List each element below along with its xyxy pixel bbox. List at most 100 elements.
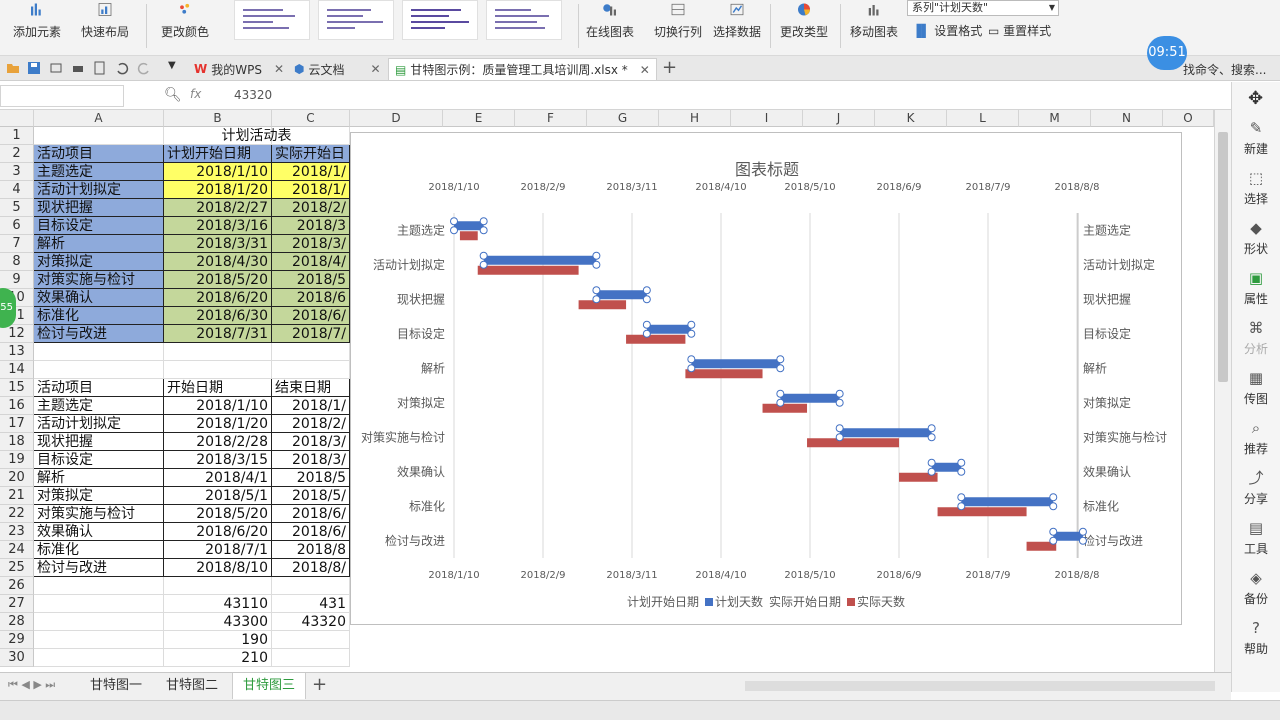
row-header[interactable]: 27 — [0, 595, 34, 613]
vertical-scroll-thumb[interactable] — [1218, 132, 1228, 382]
row-header[interactable]: 16 — [0, 397, 34, 415]
table-cell[interactable] — [164, 577, 272, 595]
table-cell[interactable] — [34, 343, 164, 361]
table-cell[interactable]: 2018/2/ — [272, 415, 350, 433]
change-type-button[interactable]: 更改类型 — [776, 2, 832, 52]
table-cell[interactable]: 2018/1/ — [272, 181, 350, 199]
row-header[interactable]: 20 — [0, 469, 34, 487]
close-icon[interactable]: ✕ — [274, 62, 284, 76]
chart-style-2[interactable] — [318, 0, 394, 40]
sheet-nav-icon[interactable]: ⏮ ◀ ▶ ⏭ — [8, 678, 55, 692]
table-cell[interactable]: 2018/7/1 — [164, 541, 272, 559]
online-chart-button[interactable]: 在线图表 — [582, 2, 638, 52]
table-cell[interactable]: 2018/8/ — [272, 559, 350, 577]
table-cell[interactable]: 2018/2/27 — [164, 199, 272, 217]
chart-style-1[interactable] — [234, 0, 310, 40]
table-cell[interactable]: 2018/1/10 — [164, 397, 272, 415]
table-cell[interactable]: 标准化 — [34, 307, 164, 325]
table-cell[interactable]: 2018/6/20 — [164, 523, 272, 541]
panel-item-6[interactable]: ⌕ 推荐 — [1232, 420, 1280, 457]
table-cell[interactable]: 计划开始日期 — [164, 145, 272, 163]
column-header[interactable]: I — [731, 110, 803, 127]
vertical-scrollbar[interactable] — [1214, 110, 1231, 672]
table-cell[interactable]: 2018/1/10 — [164, 163, 272, 181]
row-header[interactable]: 6 — [0, 217, 34, 235]
column-header[interactable]: C — [272, 110, 350, 127]
table-cell[interactable]: 目标设定 — [34, 217, 164, 235]
command-search[interactable]: 找命令、搜索... — [1183, 61, 1266, 78]
table-cell[interactable]: 2018/5 — [272, 271, 350, 289]
chart-style-3[interactable] — [402, 0, 478, 40]
panel-item-9[interactable]: ◈ 备份 — [1232, 570, 1280, 607]
close-icon[interactable]: ✕ — [371, 62, 381, 76]
table-cell[interactable]: 活动项目 — [34, 145, 164, 163]
folder-icon[interactable] — [6, 61, 20, 75]
table-cell[interactable]: 2018/8/10 — [164, 559, 272, 577]
panel-item-0[interactable]: ✎ 新建 — [1232, 120, 1280, 157]
table-cell[interactable]: 2018/3 — [272, 217, 350, 235]
table-cell[interactable]: 标准化 — [34, 541, 164, 559]
row-header[interactable]: 2 — [0, 145, 34, 163]
table-cell[interactable] — [34, 649, 164, 667]
row-header[interactable]: 29 — [0, 631, 34, 649]
table-cell[interactable]: 431 — [272, 595, 350, 613]
table-cell[interactable]: 2018/4/ — [272, 253, 350, 271]
row-header[interactable]: 23 — [0, 523, 34, 541]
row-header[interactable]: 15 — [0, 379, 34, 397]
column-header[interactable]: B — [164, 110, 272, 127]
table-cell[interactable]: 2018/3/ — [272, 235, 350, 253]
print-preview-icon[interactable] — [49, 61, 63, 75]
table-cell[interactable] — [164, 343, 272, 361]
fx-icon[interactable]: fx — [190, 87, 201, 101]
table-cell[interactable]: 2018/6 — [272, 289, 350, 307]
table-cell[interactable]: 2018/5 — [272, 469, 350, 487]
table-cell[interactable]: 2018/5/20 — [164, 505, 272, 523]
table-cell[interactable]: 2018/6/ — [272, 505, 350, 523]
tab-cloud-docs[interactable]: ⬢ 云文档 ✕ — [288, 58, 387, 80]
panel-item-1[interactable]: ⬚ 选择 — [1232, 170, 1280, 207]
sheet-tab-gantt-3[interactable]: 甘特图三 — [232, 673, 307, 699]
table-cell[interactable] — [34, 595, 164, 613]
table-cell[interactable]: 效果确认 — [34, 523, 164, 541]
row-header[interactable]: 7 — [0, 235, 34, 253]
move-cross-icon[interactable]: ✥ — [1248, 88, 1263, 109]
table-cell[interactable]: 2018/6/ — [272, 307, 350, 325]
quick-access-dropdown-icon[interactable]: ▼ — [168, 60, 176, 71]
change-color-button[interactable]: 更改颜色 — [152, 2, 218, 52]
table-cell[interactable]: 43320 — [272, 613, 350, 631]
table-cell[interactable]: 2018/8 — [272, 541, 350, 559]
series-select[interactable]: 系列"计划天数" ▼ — [907, 0, 1059, 16]
column-header[interactable]: E — [443, 110, 515, 127]
table-cell[interactable]: 对策实施与检讨 — [34, 505, 164, 523]
table-cell[interactable]: 2018/2/28 — [164, 433, 272, 451]
chart-style-4[interactable] — [486, 0, 562, 40]
table-cell[interactable]: 43110 — [164, 595, 272, 613]
row-header[interactable]: 14 — [0, 361, 34, 379]
table-cell[interactable]: 活动计划拟定 — [34, 181, 164, 199]
add-element-button[interactable]: 添加元素 — [6, 2, 68, 52]
table-cell[interactable]: 对策拟定 — [34, 487, 164, 505]
column-header[interactable]: F — [515, 110, 587, 127]
close-icon[interactable]: ✕ — [640, 63, 650, 77]
row-header[interactable]: 26 — [0, 577, 34, 595]
spreadsheet-grid[interactable]: A B C D E F G H I J K L M N O 1 2 3 4 5 6 7 8 9 10 11 12 13 14 15 16 17… — [0, 110, 1214, 672]
row-header[interactable]: 18 — [0, 433, 34, 451]
table-cell[interactable]: 2018/3/15 — [164, 451, 272, 469]
panel-item-10[interactable]: ? 帮助 — [1232, 620, 1280, 657]
table-cell[interactable]: 2018/1/20 — [164, 415, 272, 433]
row-header[interactable]: 28 — [0, 613, 34, 631]
switch-rowcol-button[interactable]: 切换行列 — [650, 2, 706, 52]
preview-icon[interactable] — [93, 61, 107, 75]
table-cell[interactable]: 2018/5/ — [272, 487, 350, 505]
move-chart-button[interactable]: 移动图表 — [846, 2, 902, 52]
set-format-button[interactable]: ▐▌ 设置格式 — [912, 22, 982, 39]
row-header[interactable]: 4 — [0, 181, 34, 199]
save-icon[interactable] — [27, 61, 41, 75]
table-cell[interactable] — [34, 361, 164, 379]
table-cell[interactable]: 210 — [164, 649, 272, 667]
panel-item-8[interactable]: ▤ 工具 — [1232, 520, 1280, 557]
table-cell[interactable]: 2018/3/31 — [164, 235, 272, 253]
table-cell[interactable]: 190 — [164, 631, 272, 649]
table-cell[interactable] — [34, 631, 164, 649]
table-cell[interactable]: 2018/1/ — [272, 163, 350, 181]
